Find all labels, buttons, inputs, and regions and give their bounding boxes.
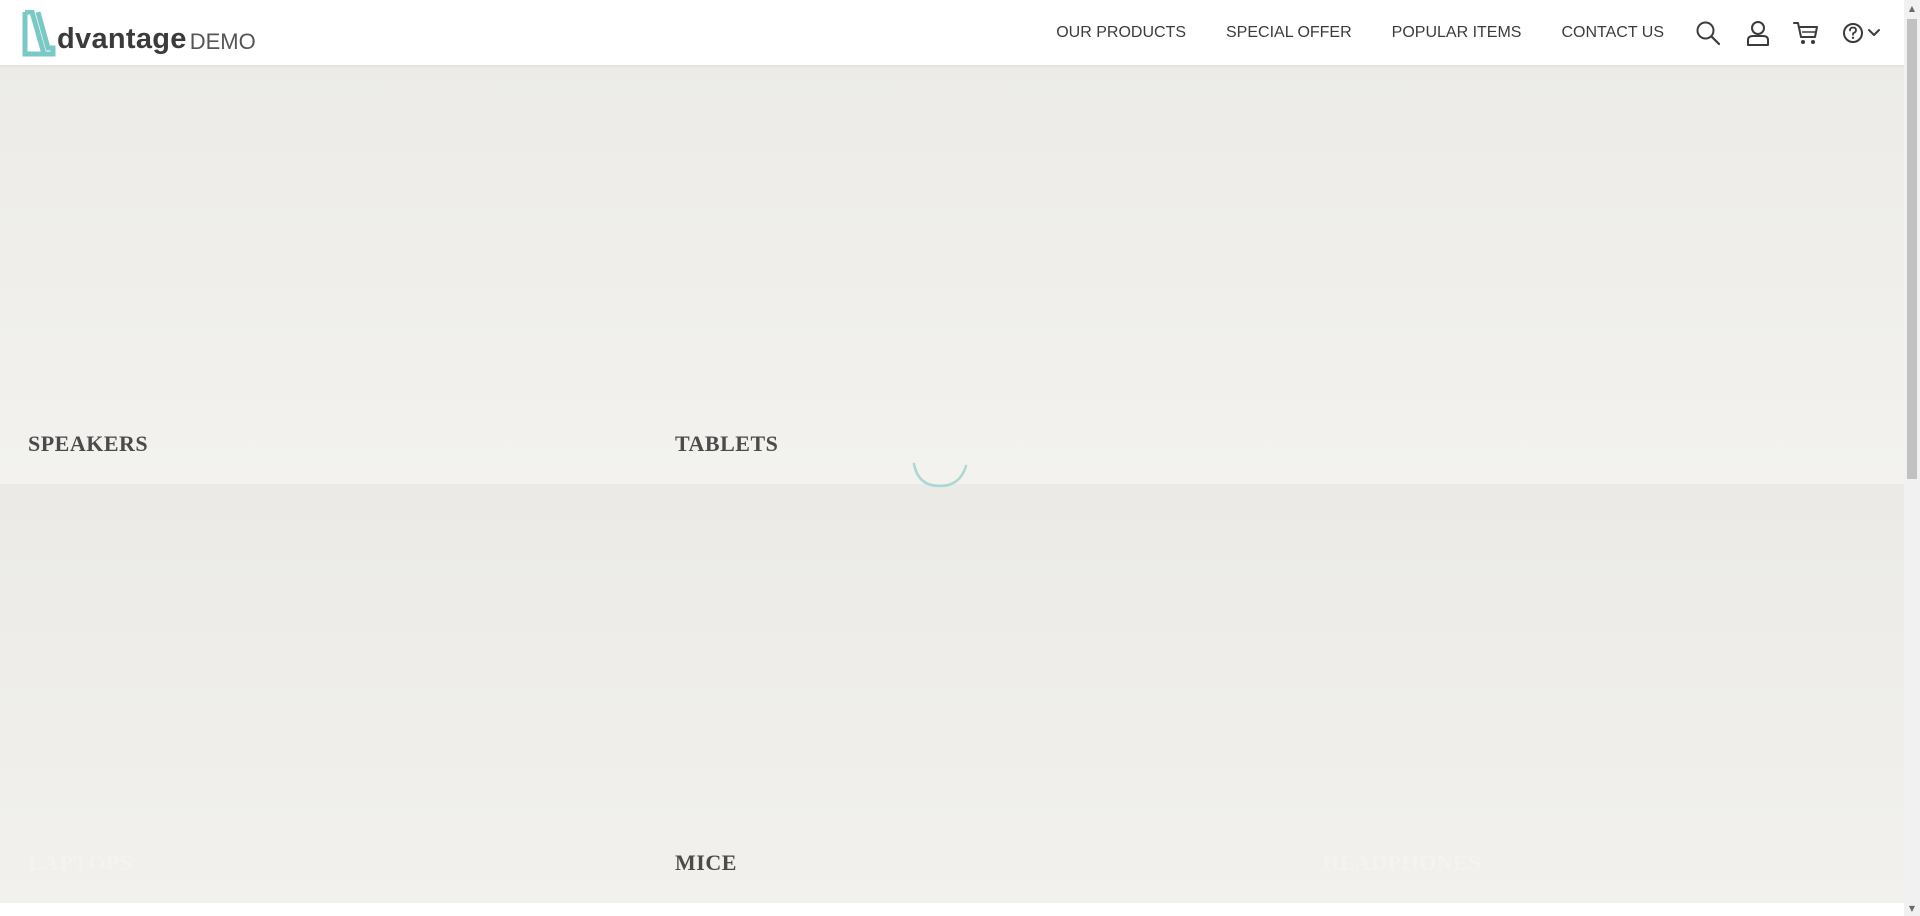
category-tile-tablets[interactable]: TABLETS: [646, 65, 1904, 484]
category-tile-speakers[interactable]: SPEAKERS: [0, 65, 646, 484]
scrollbar-thumb[interactable]: [1907, 19, 1917, 479]
help-icon: [1842, 22, 1863, 43]
category-tile-headphones[interactable]: HEADPHONES: [1322, 484, 1904, 903]
nav-contact-us[interactable]: CONTACT US: [1561, 24, 1664, 42]
category-row-1: SPEAKERS TABLETS: [0, 65, 1904, 484]
help-menu-button[interactable]: [1838, 15, 1884, 51]
header-icons: [1690, 0, 1884, 65]
logo-wordmark: dvantage: [57, 23, 187, 55]
nav-popular-items[interactable]: POPULAR ITEMS: [1392, 24, 1522, 42]
logo-a-mark-icon: [22, 10, 56, 57]
category-label-tablets: TABLETS: [675, 431, 779, 456]
page-scrollbar[interactable]: ▲ ▼: [1904, 0, 1920, 916]
scroll-down-arrow-icon[interactable]: ▼: [1904, 900, 1920, 916]
page: dvantage DEMO OUR PRODUCTS SPECIAL OFFER…: [0, 0, 1920, 916]
logo-demo-suffix: DEMO: [189, 29, 256, 54]
user-button[interactable]: [1740, 15, 1776, 51]
category-label-headphones: HEADPHONES: [1322, 850, 1482, 875]
site-header: dvantage DEMO OUR PRODUCTS SPECIAL OFFER…: [0, 0, 1904, 65]
category-tile-mice[interactable]: MICE: [646, 484, 1322, 903]
logo[interactable]: dvantage DEMO: [22, 8, 256, 58]
category-row-2: LAPTOPS MICE HEADPHONES: [0, 484, 1904, 903]
cart-button[interactable]: [1788, 15, 1824, 51]
nav-special-offer[interactable]: SPECIAL OFFER: [1226, 24, 1352, 42]
category-tile-laptops[interactable]: LAPTOPS: [0, 484, 646, 903]
category-label-speakers: SPEAKERS: [28, 431, 149, 456]
user-icon: [1747, 20, 1769, 46]
chevron-down-icon: [1867, 28, 1880, 36]
nav-our-products[interactable]: OUR PRODUCTS: [1056, 24, 1186, 42]
search-icon: [1696, 21, 1721, 45]
category-label-laptops: LAPTOPS: [28, 850, 133, 875]
cart-icon: [1793, 21, 1818, 44]
scroll-up-arrow-icon[interactable]: ▲: [1904, 0, 1920, 16]
category-label-mice: MICE: [675, 850, 737, 875]
loading-spinner-icon: [912, 462, 968, 488]
search-button[interactable]: [1690, 15, 1726, 51]
main-nav: OUR PRODUCTS SPECIAL OFFER POPULAR ITEMS…: [1016, 0, 1664, 65]
